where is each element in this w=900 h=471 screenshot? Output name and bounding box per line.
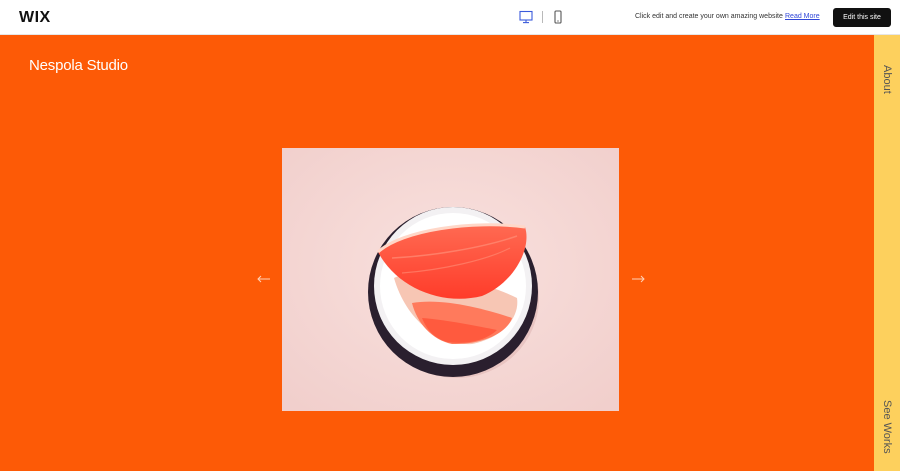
site-title[interactable]: Nespola Studio bbox=[29, 57, 128, 74]
edit-site-button[interactable]: Edit this site bbox=[833, 8, 891, 27]
topbar-tagline: Click edit and create your own amazing w… bbox=[635, 13, 783, 20]
device-separator bbox=[542, 11, 543, 23]
arrow-left-icon[interactable] bbox=[256, 272, 272, 286]
desktop-icon[interactable] bbox=[519, 10, 533, 24]
side-panel: About See Works bbox=[874, 35, 900, 471]
wix-logo[interactable]: WIX bbox=[19, 9, 51, 27]
gallery-image bbox=[282, 148, 619, 411]
arrow-right-icon[interactable] bbox=[630, 272, 646, 286]
wix-topbar: WIX Click edit and create your own amazi… bbox=[0, 0, 900, 35]
side-nav-about[interactable]: About bbox=[874, 65, 900, 94]
side-nav-see-works[interactable]: See Works bbox=[874, 400, 900, 454]
mobile-icon[interactable] bbox=[551, 10, 565, 24]
read-more-link[interactable]: Read More bbox=[785, 13, 820, 20]
